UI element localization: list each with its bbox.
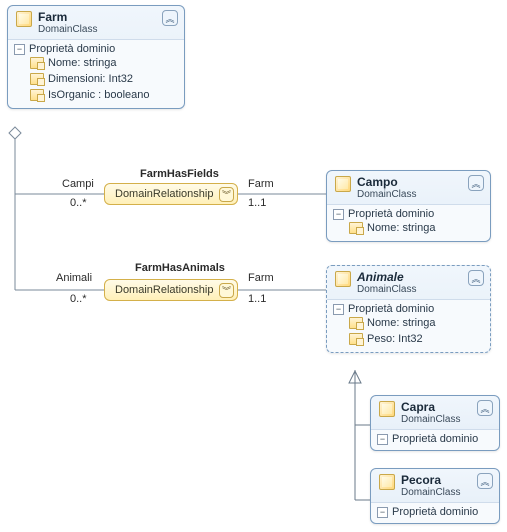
collapse-section-icon[interactable]: − [377, 507, 388, 518]
class-name: Capra [401, 400, 471, 414]
relationship-farmhasanimals[interactable]: DomainRelationship ︾ [104, 279, 238, 301]
section-title: Proprietà dominio [348, 208, 434, 220]
class-sub: DomainClass [401, 414, 471, 425]
class-name: Farm [38, 10, 156, 24]
rel-mult-left: 0..* [70, 293, 87, 305]
property-icon [349, 317, 363, 329]
property-icon [30, 57, 44, 69]
property-label: Nome: stringa [367, 317, 435, 329]
property-label: Dimensioni: Int32 [48, 73, 133, 85]
class-name: Campo [357, 175, 462, 189]
rel-role-right: Farm [248, 178, 274, 190]
class-icon [335, 176, 351, 192]
relationship-body: DomainRelationship [115, 284, 213, 296]
property-label: IsOrganic : booleano [48, 89, 150, 101]
class-sub: DomainClass [401, 487, 471, 498]
section-title: Proprietà dominio [348, 303, 434, 315]
class-sub: DomainClass [357, 284, 462, 295]
section-title: Proprietà dominio [29, 43, 115, 55]
class-campo[interactable]: Campo DomainClass ︽ − Proprietà dominio … [326, 170, 491, 242]
class-pecora[interactable]: Pecora DomainClass ︽ − Proprietà dominio [370, 468, 500, 524]
property-label: Peso: Int32 [367, 333, 423, 345]
rel-role-left: Campi [62, 178, 94, 190]
expand-relationship-icon[interactable]: ︾ [219, 187, 234, 202]
rel-title: FarmHasAnimals [135, 262, 225, 274]
property-icon [30, 89, 44, 101]
property-label: Nome: stringa [48, 57, 116, 69]
rel-mult-right: 1..1 [248, 197, 266, 209]
class-icon [379, 474, 395, 490]
relationship-farmhasfields[interactable]: DomainRelationship ︾ [104, 183, 238, 205]
class-sub: DomainClass [38, 24, 156, 35]
class-icon [335, 271, 351, 287]
collapse-class-icon[interactable]: ︽ [162, 10, 178, 26]
rel-role-right: Farm [248, 272, 274, 284]
collapse-section-icon[interactable]: − [333, 209, 344, 220]
class-sub: DomainClass [357, 189, 462, 200]
property-icon [349, 222, 363, 234]
class-icon [16, 11, 32, 27]
collapse-class-icon[interactable]: ︽ [468, 175, 484, 191]
rel-mult-right: 1..1 [248, 293, 266, 305]
rel-mult-left: 0..* [70, 197, 87, 209]
collapse-class-icon[interactable]: ︽ [477, 473, 493, 489]
rel-title: FarmHasFields [140, 168, 219, 180]
class-name: Pecora [401, 473, 471, 487]
class-farm[interactable]: Farm DomainClass ︽ − Proprietà dominio N… [7, 5, 185, 109]
relationship-body: DomainRelationship [115, 188, 213, 200]
collapse-section-icon[interactable]: − [333, 304, 344, 315]
collapse-class-icon[interactable]: ︽ [477, 400, 493, 416]
class-icon [379, 401, 395, 417]
section-title: Proprietà dominio [392, 506, 478, 518]
class-capra[interactable]: Capra DomainClass ︽ − Proprietà dominio [370, 395, 500, 451]
collapse-section-icon[interactable]: − [14, 44, 25, 55]
collapse-class-icon[interactable]: ︽ [468, 270, 484, 286]
expand-relationship-icon[interactable]: ︾ [219, 283, 234, 298]
class-animale[interactable]: Animale DomainClass ︽ − Proprietà domini… [326, 265, 491, 353]
class-name: Animale [357, 270, 462, 284]
rel-role-left: Animali [56, 272, 92, 284]
property-label: Nome: stringa [367, 222, 435, 234]
property-icon [349, 333, 363, 345]
collapse-section-icon[interactable]: − [377, 434, 388, 445]
section-title: Proprietà dominio [392, 433, 478, 445]
property-icon [30, 73, 44, 85]
